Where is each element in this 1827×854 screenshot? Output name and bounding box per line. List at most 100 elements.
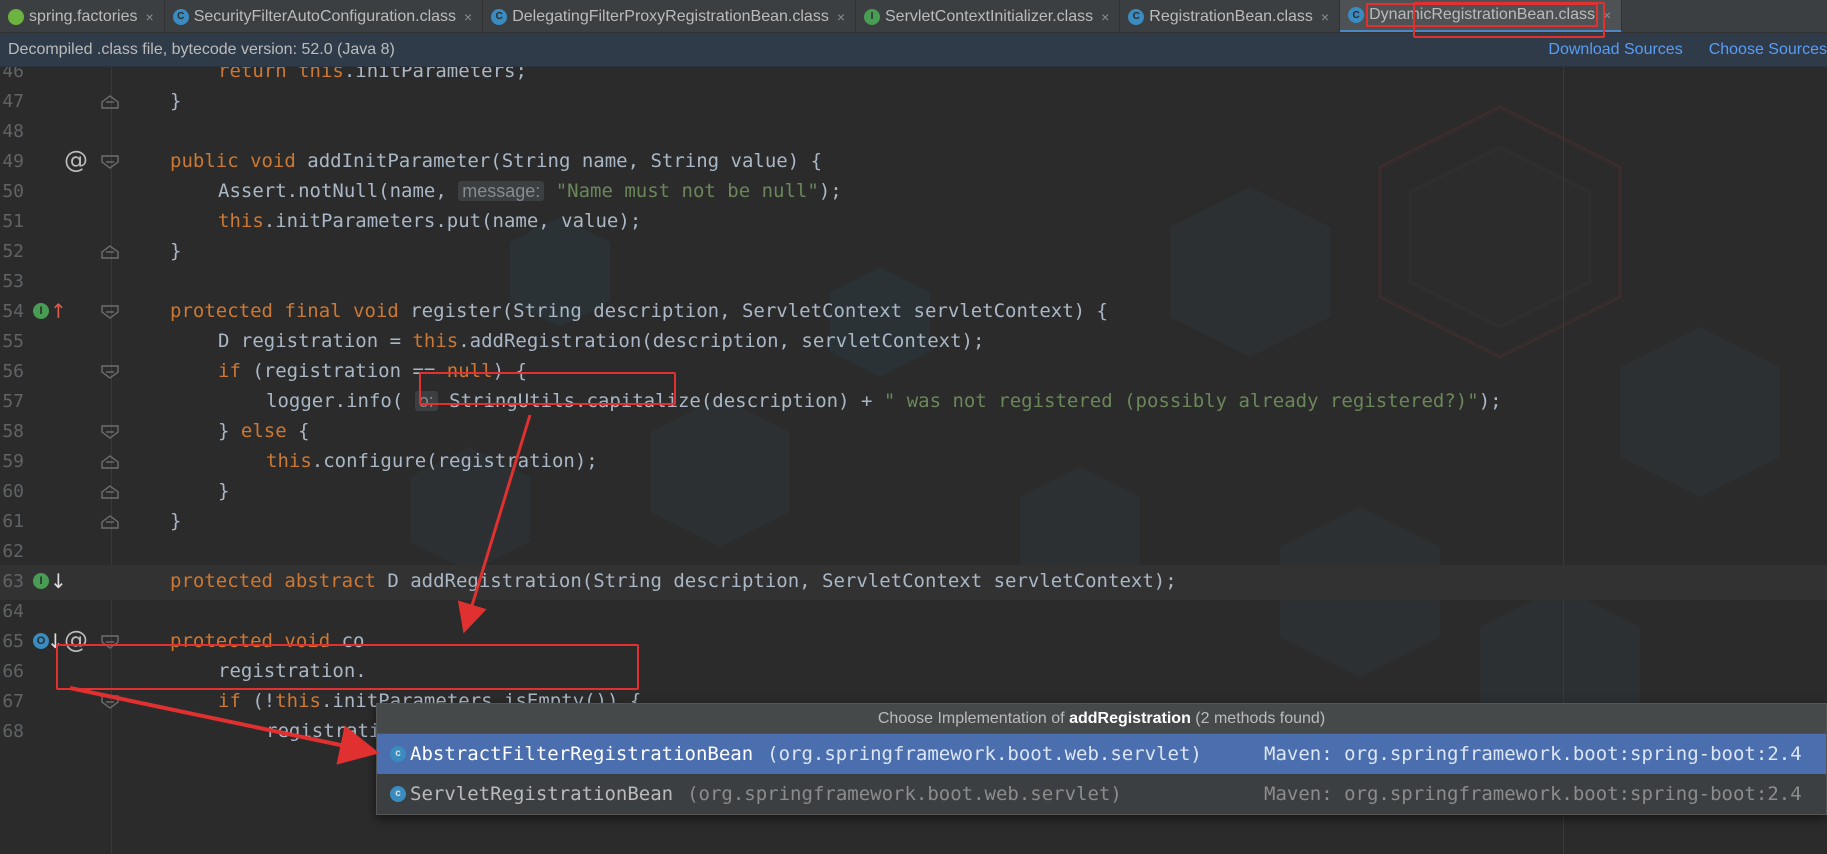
editor-tab-label: SecurityFilterAutoConfiguration.class — [193, 7, 457, 25]
overrides-annotation-icon[interactable]: @ — [64, 146, 88, 174]
editor-tab[interactable]: C DelegatingFilterProxyRegistrationBean.c… — [483, 0, 856, 32]
editor-tab-label: DelegatingFilterProxyRegistrationBean.cl… — [512, 7, 829, 25]
code-token: protected void — [170, 630, 331, 652]
close-tab-icon[interactable]: × — [146, 9, 154, 25]
line-number: 52 — [2, 241, 24, 262]
line-number: 64 — [2, 601, 24, 622]
line-number: 60 — [2, 481, 24, 502]
line-number: 62 — [2, 541, 24, 562]
code-text: protected abstract D addRegistration(Str… — [170, 570, 1177, 592]
implementation-option[interactable]: c ServletRegistrationBean (org.springframe… — [377, 774, 1826, 814]
editor-tab[interactable]: C RegistrationBean.class × — [1120, 0, 1341, 32]
download-sources-link[interactable]: Download Sources — [1548, 41, 1682, 59]
interface-file-icon: I — [864, 8, 880, 25]
fold-marker-icon[interactable] — [101, 95, 119, 109]
editor-tab[interactable]: C DynamicRegistrationBean.class × — [1340, 0, 1623, 32]
implementation-option[interactable]: c AbstractFilterRegistrationBean (org.spri… — [377, 734, 1826, 774]
implements-method-icon[interactable]: I — [33, 303, 49, 319]
fold-marker-icon[interactable] — [101, 695, 119, 709]
line-number: 63 — [2, 571, 24, 592]
code-text: registration. — [218, 660, 367, 682]
decompiled-banner: Decompiled .class file, bytecode version… — [0, 33, 1827, 67]
line-number: 61 — [2, 511, 24, 532]
code-token: "Name must not be null" — [555, 180, 819, 202]
fold-marker-icon[interactable] — [101, 485, 119, 499]
popup-title: Choose Implementation of addRegistration… — [377, 704, 1826, 734]
popup-title-prefix: Choose Implementation of — [877, 710, 1070, 727]
decompiled-info-text: Decompiled .class file, bytecode version… — [8, 40, 395, 58]
parameter-hint: message: — [458, 181, 545, 201]
code-token: logger.info( — [266, 390, 415, 412]
editor-tab-label: ServletContextInitializer.class — [885, 7, 1094, 25]
line-number: 49 — [2, 151, 24, 172]
class-icon: c — [390, 746, 406, 762]
editor-tab-label: RegistrationBean.class — [1149, 7, 1313, 25]
code-text: public void addInitParameter(String name… — [170, 150, 822, 172]
code-text: this.configure(registration); — [266, 450, 598, 472]
close-tab-icon[interactable]: × — [1321, 9, 1329, 25]
class-file-icon: C — [491, 8, 508, 25]
code-token: } — [170, 510, 182, 532]
code-token: ); — [818, 180, 842, 202]
class-file-icon: C — [172, 8, 189, 25]
code-token: } — [218, 480, 230, 502]
code-token: } — [218, 420, 241, 442]
code-token: protected final void — [170, 300, 399, 322]
class-icon: c — [390, 786, 406, 802]
implementation-package: (org.springframework.boot.web.servlet) — [767, 743, 1202, 765]
overrides-annotation-icon[interactable]: @ — [64, 626, 88, 654]
implementation-class-name: ServletRegistrationBean — [410, 783, 674, 805]
fold-marker-icon[interactable] — [101, 515, 119, 529]
popup-title-method: addRegistration — [1069, 710, 1191, 727]
editor-tab-label: DynamicRegistrationBean.class — [1366, 3, 1598, 27]
fold-marker-icon[interactable] — [101, 155, 119, 169]
code-token: this — [298, 67, 344, 82]
code-text: return this.initParameters; — [218, 67, 527, 82]
line-number: 59 — [2, 451, 24, 472]
line-number: 53 — [2, 271, 24, 292]
code-token: co — [330, 630, 365, 652]
editor-tab-label: spring.factories — [29, 7, 138, 25]
code-token: this — [412, 330, 459, 352]
close-tab-icon[interactable]: × — [1603, 7, 1611, 23]
code-token: } — [170, 240, 182, 262]
code-token: else — [240, 420, 287, 442]
code-text: this.initParameters.put(name, value); — [218, 210, 641, 232]
line-number: 48 — [2, 121, 24, 142]
code-token: if — [218, 360, 241, 382]
close-tab-icon[interactable]: × — [837, 9, 845, 25]
editor-tab-bar: spring.factories × C SecurityFilterAutoConf… — [0, 0, 1827, 33]
editor-tab[interactable]: spring.factories × — [0, 0, 165, 32]
class-file-icon: C — [1128, 8, 1145, 25]
down-arrow-icon: ↓ — [47, 629, 64, 653]
choose-sources-link[interactable]: Choose Sources — [1709, 41, 1827, 59]
line-number: 46 — [2, 67, 24, 82]
fold-marker-icon[interactable] — [101, 245, 119, 259]
editor-tab[interactable]: C SecurityFilterAutoConfiguration.class × — [165, 0, 484, 32]
line-number: 58 — [2, 421, 24, 442]
choose-implementation-popup[interactable]: Choose Implementation of addRegistration… — [376, 703, 1827, 815]
fold-marker-icon[interactable] — [101, 635, 119, 649]
line-number: 47 — [2, 91, 24, 112]
editor-tab[interactable]: I ServletContextInitializer.class × — [856, 0, 1121, 32]
close-tab-icon[interactable]: × — [1101, 9, 1109, 25]
implementation-source: Maven: org.springframework.boot:spring-b… — [1264, 743, 1802, 765]
fold-marker-icon[interactable] — [101, 425, 119, 439]
fold-marker-icon[interactable] — [101, 455, 119, 469]
popup-title-suffix: (2 methods found) — [1190, 710, 1326, 727]
code-token: description, servletContext); — [652, 330, 985, 352]
line-number: 50 — [2, 181, 24, 202]
code-token: ); — [1478, 390, 1502, 412]
code-token: this — [266, 450, 312, 472]
fold-marker-icon[interactable] — [101, 305, 119, 319]
fold-marker-icon[interactable] — [101, 365, 119, 379]
code-text: Assert.notNull(name, message: "Name must… — [218, 180, 842, 202]
implemented-in-icon[interactable]: I — [33, 573, 49, 589]
class-file-icon: C — [1348, 7, 1365, 23]
code-token: (! — [240, 690, 276, 712]
code-token: } — [170, 90, 182, 112]
code-text: protected final void register(String des… — [170, 300, 1108, 322]
code-token: registration. — [218, 660, 367, 682]
up-arrow-icon: ↑ — [50, 299, 67, 323]
close-tab-icon[interactable]: × — [464, 9, 472, 25]
